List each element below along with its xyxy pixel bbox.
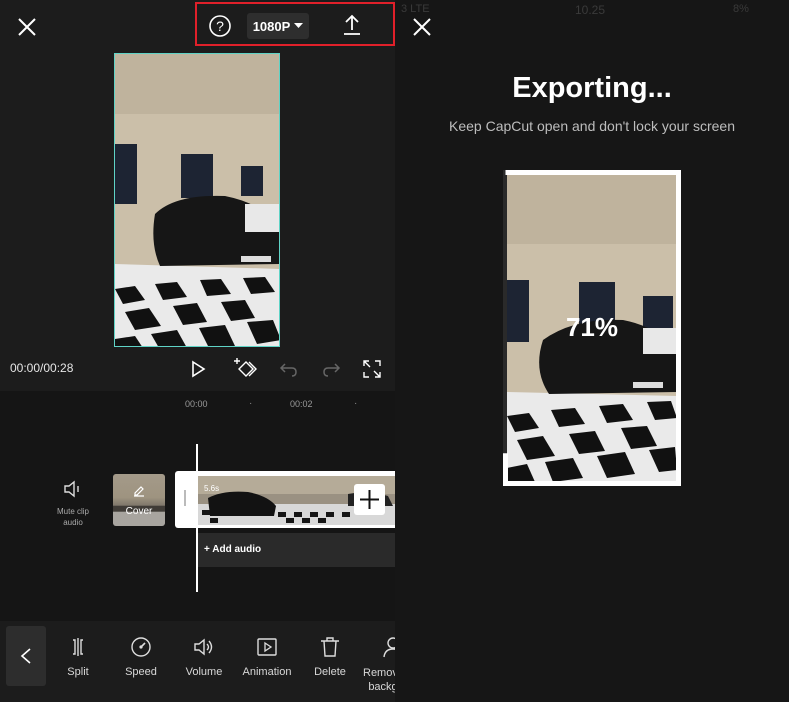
cover-button[interactable]: Cover (113, 474, 165, 526)
status-battery: 8% (733, 3, 749, 15)
ruler-dot: · (354, 398, 358, 409)
exporting-title: Exporting... (512, 72, 672, 104)
speed-label: Speed (125, 666, 157, 678)
add-audio-track[interactable]: + Add audio (198, 533, 395, 567)
remove-background-label: Remove backg (363, 667, 395, 693)
toolbar-item-split[interactable]: Split (48, 636, 108, 678)
split-icon (67, 636, 89, 658)
toolbar-item-speed[interactable]: Speed (111, 636, 171, 678)
exporting-subtitle: Keep CapCut open and don't lock your scr… (449, 118, 735, 134)
plus-icon (360, 490, 379, 509)
play-icon[interactable] (189, 360, 207, 378)
volume-icon (193, 636, 215, 658)
add-clip-button[interactable] (354, 484, 385, 515)
cover-label: Cover (125, 506, 153, 517)
playhead[interactable] (196, 444, 198, 592)
caret-down-icon (294, 23, 304, 29)
fullscreen-icon[interactable] (363, 360, 381, 378)
svg-text:?: ? (216, 18, 224, 34)
mute-speaker-icon[interactable] (62, 480, 84, 498)
speed-icon (130, 636, 152, 658)
delete-label: Delete (314, 666, 346, 678)
trash-icon (319, 636, 341, 658)
keyframe-add-icon[interactable] (232, 357, 258, 381)
resolution-label: 1080P (252, 18, 291, 34)
volume-label: Volume (185, 666, 223, 678)
add-audio-label: + Add audio (204, 544, 262, 555)
resolution-dropdown[interactable]: 1080P (247, 13, 309, 39)
chevron-left-icon (20, 648, 31, 664)
ruler-dot: · (249, 398, 253, 409)
time-display: 00:00/00:28 (10, 361, 74, 375)
toolbar-item-remove-background[interactable]: Remove backg (363, 636, 395, 694)
editor-panel: ? 1080P 00:00/00:28 00:00 · 00:02 · Mute… (0, 0, 395, 702)
help-icon[interactable]: ? (208, 14, 232, 38)
toolbar-item-volume[interactable]: Volume (174, 636, 234, 678)
status-time: 10.25 (575, 3, 606, 17)
animation-icon (256, 636, 278, 658)
upload-icon[interactable] (340, 13, 364, 37)
split-label: Split (67, 666, 89, 678)
trim-handle[interactable] (184, 490, 186, 506)
export-panel: 3 LTE 10.25 8% Exporting... Keep CapCut … (395, 0, 789, 702)
redo-icon[interactable] (321, 360, 341, 378)
toolbar-item-animation[interactable]: Animation (237, 636, 297, 678)
animation-label: Animation (242, 666, 292, 678)
ruler-tick-1: 00:02 (290, 399, 313, 409)
back-button[interactable] (6, 626, 46, 686)
person-icon (382, 636, 395, 658)
pencil-icon (133, 485, 145, 497)
status-carrier: 3 LTE (401, 3, 430, 15)
mute-clip-audio-label: Mute clip audio (56, 507, 89, 527)
export-progress-frame: 71% (503, 170, 681, 486)
close-icon[interactable] (411, 16, 433, 38)
undo-icon[interactable] (279, 360, 299, 378)
close-icon[interactable] (16, 16, 38, 38)
video-frame-image (115, 54, 279, 346)
video-preview[interactable] (114, 53, 280, 347)
export-progress-percent: 71% (565, 312, 619, 342)
ruler-tick-0: 00:00 (185, 399, 208, 409)
toolbar-item-delete[interactable]: Delete (300, 636, 360, 678)
clip-duration: 5.6s (204, 484, 220, 493)
